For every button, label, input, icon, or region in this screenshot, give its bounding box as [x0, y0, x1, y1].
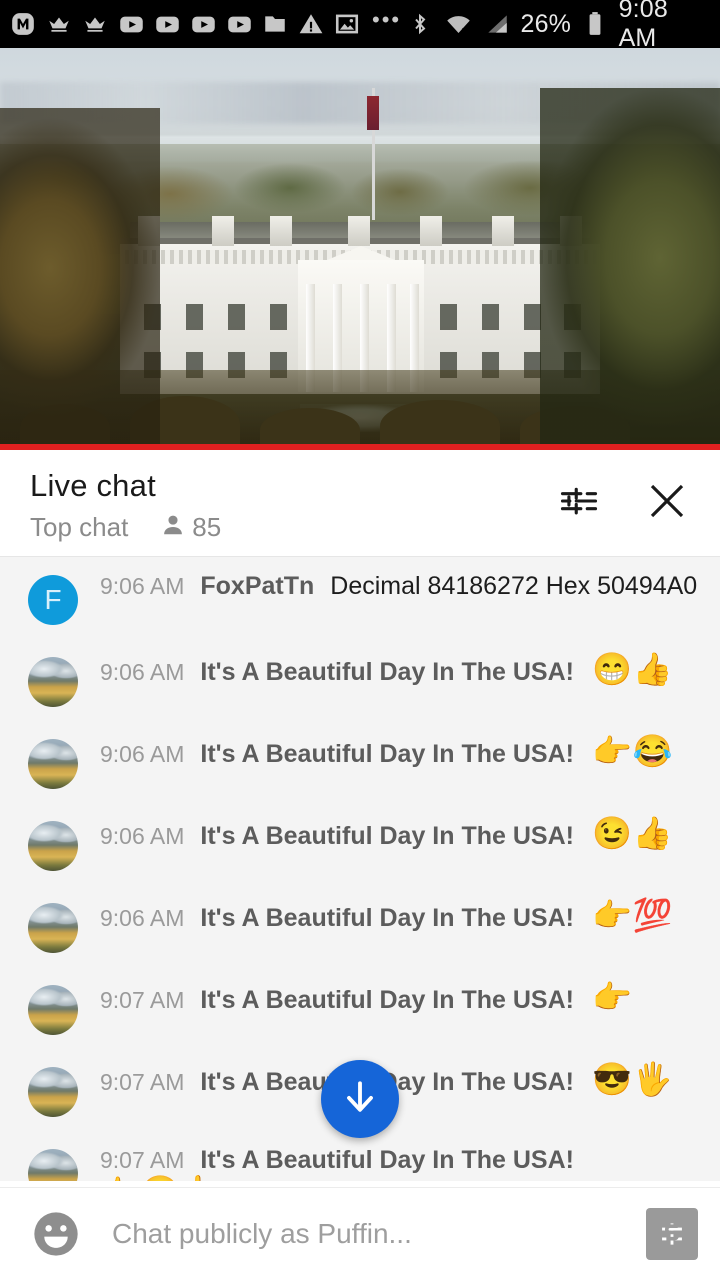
chat-settings-button[interactable]	[548, 472, 610, 534]
avatar[interactable]	[28, 821, 78, 871]
video-white-house	[120, 216, 600, 394]
youtube-play-icon	[152, 9, 182, 39]
chat-message-body: 9:06 AM It's A Beautiful Day In The USA!…	[78, 653, 700, 688]
avatar-photo	[28, 821, 78, 871]
message-author[interactable]: It's A Beautiful Day In The USA!	[200, 739, 574, 770]
chat-message-body: 9:06 AM It's A Beautiful Day In The USA!…	[78, 817, 700, 852]
super-chat-dollar-icon[interactable]	[646, 1208, 698, 1260]
live-chat-message-list[interactable]: F 9:06 AM FoxPatTn Decimal 84186272 Hex …	[0, 557, 720, 1181]
crown-icon	[44, 9, 74, 39]
youtube-play-icon	[116, 9, 146, 39]
close-chat-button[interactable]	[636, 472, 698, 534]
status-bar: ••• 26% 9:08 AM	[0, 0, 720, 52]
close-x-icon	[643, 477, 691, 530]
avatar-initial: F	[28, 575, 78, 625]
youtube-live-chat-screen: ••• 26% 9:08 AM Live chat Top chat 85 F …	[0, 0, 720, 1280]
avatar[interactable]	[28, 985, 78, 1035]
youtube-play-icon	[188, 9, 218, 39]
arrow-down-icon	[338, 1075, 382, 1124]
live-chat-header-actions	[548, 472, 698, 534]
wifi-icon	[444, 9, 473, 39]
chat-message-row[interactable]: F 9:06 AM FoxPatTn Decimal 84186272 Hex …	[0, 557, 720, 639]
viewer-count-label: 85	[192, 512, 222, 542]
chat-message-row[interactable]: 9:06 AM It's A Beautiful Day In The USA!…	[0, 721, 720, 803]
message-author[interactable]: It's A Beautiful Day In The USA!	[200, 821, 574, 852]
status-clock: 9:08 AM	[618, 0, 669, 52]
chat-composer: Chat publicly as Puffin...	[0, 1187, 720, 1280]
video-left-tree	[0, 108, 160, 450]
image-icon	[332, 9, 362, 39]
avatar[interactable]: F	[28, 575, 78, 625]
status-bar-notification-icons: •••	[8, 7, 405, 41]
avatar[interactable]	[28, 657, 78, 707]
avatar-photo	[28, 739, 78, 789]
monogram-m-icon	[8, 9, 38, 39]
scroll-to-bottom-button[interactable]	[321, 1060, 399, 1138]
warning-triangle-icon	[296, 9, 326, 39]
live-chat-subheader: Top chat 85	[30, 512, 221, 543]
avatar[interactable]	[28, 1149, 78, 1181]
message-emoji: 😁👍	[591, 651, 674, 687]
message-emoji: 😎🖐	[591, 1061, 674, 1097]
message-timestamp: 9:07 AM	[100, 987, 185, 1013]
chat-input-placeholder[interactable]: Chat publicly as Puffin...	[82, 1218, 646, 1250]
video-right-tree	[540, 88, 720, 450]
battery-icon	[580, 9, 609, 39]
avatar-photo	[28, 1149, 78, 1181]
avatar-photo	[28, 985, 78, 1035]
status-overflow-dots: •••	[372, 7, 402, 32]
message-timestamp: 9:07 AM	[100, 1069, 185, 1095]
message-timestamp: 9:06 AM	[100, 573, 185, 599]
message-timestamp: 9:06 AM	[100, 823, 185, 849]
chat-message-body: 9:06 AM It's A Beautiful Day In The USA!…	[78, 735, 700, 770]
message-emoji: 👉😀👆	[100, 1176, 700, 1181]
chat-message-row[interactable]: 9:07 AM It's A Beautiful Day In The USA!…	[0, 967, 720, 1049]
message-text: Decimal 84186272 Hex 50494A0	[330, 572, 698, 600]
battery-percent-label: 26%	[520, 9, 572, 38]
cell-signal-icon	[482, 9, 511, 39]
tune-sliders-icon	[557, 479, 601, 528]
live-chat-title: Live chat	[30, 468, 156, 503]
avatar[interactable]	[28, 739, 78, 789]
avatar[interactable]	[28, 903, 78, 953]
viewer-count-group: 85	[160, 512, 221, 543]
message-author[interactable]: It's A Beautiful Day In The USA!	[200, 903, 574, 934]
bluetooth-icon	[405, 9, 434, 39]
message-author[interactable]: FoxPatTn	[200, 571, 314, 602]
message-author[interactable]: It's A Beautiful Day In The USA!	[200, 1145, 574, 1176]
video-player[interactable]	[0, 48, 720, 450]
message-timestamp: 9:06 AM	[100, 905, 185, 931]
message-timestamp: 9:06 AM	[100, 741, 185, 767]
message-author[interactable]: It's A Beautiful Day In The USA!	[200, 657, 574, 688]
emoji-face-icon[interactable]	[30, 1208, 82, 1260]
person-icon	[160, 512, 186, 543]
crown-icon	[80, 9, 110, 39]
chat-message-body: 9:07 AM It's A Beautiful Day In The USA!…	[78, 981, 700, 1016]
top-chat-selector[interactable]: Top chat	[30, 512, 128, 543]
chat-message-row[interactable]: 9:06 AM It's A Beautiful Day In The USA!…	[0, 639, 720, 721]
youtube-play-icon	[224, 9, 254, 39]
avatar[interactable]	[28, 1067, 78, 1117]
message-timestamp: 9:07 AM	[100, 1147, 185, 1173]
avatar-photo	[28, 903, 78, 953]
avatar-photo	[28, 657, 78, 707]
chat-message-row[interactable]: 9:07 AM It's A Beautiful Day In The USA!…	[0, 1131, 720, 1181]
folder-icon	[260, 9, 290, 39]
video-flag	[367, 96, 379, 130]
live-chat-header: Live chat Top chat 85	[0, 450, 720, 557]
avatar-photo	[28, 1067, 78, 1117]
message-emoji: 👉	[591, 979, 633, 1015]
chat-message-row[interactable]: 9:06 AM It's A Beautiful Day In The USA!…	[0, 885, 720, 967]
message-author[interactable]: It's A Beautiful Day In The USA!	[200, 985, 574, 1016]
chat-message-row[interactable]: 9:06 AM It's A Beautiful Day In The USA!…	[0, 803, 720, 885]
status-bar-system-icons: 26% 9:08 AM	[405, 0, 710, 53]
message-timestamp: 9:06 AM	[100, 659, 185, 685]
message-emoji: 👉😂	[591, 733, 674, 769]
chat-message-body: 9:06 AM FoxPatTn Decimal 84186272 Hex 50…	[78, 571, 700, 602]
message-emoji: 😉👍	[591, 815, 674, 851]
chat-message-body: 9:06 AM It's A Beautiful Day In The USA!…	[78, 899, 700, 934]
chat-message-body: 9:07 AM It's A Beautiful Day In The USA!…	[78, 1145, 700, 1181]
message-emoji: 👉💯	[591, 897, 674, 933]
